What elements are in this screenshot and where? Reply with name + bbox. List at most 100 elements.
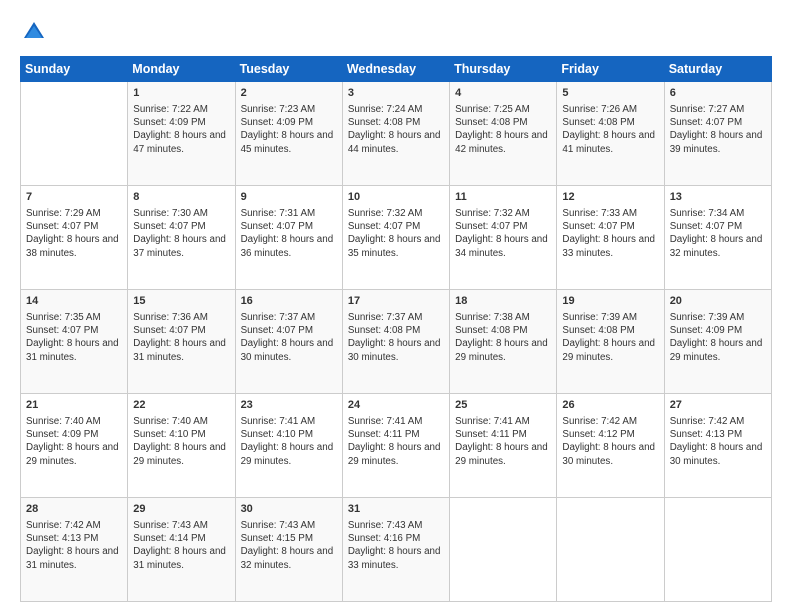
daylight-text: Daylight: 8 hours and 47 minutes.	[133, 130, 226, 154]
col-header-sunday: Sunday	[21, 57, 128, 82]
sunset-text: Sunset: 4:09 PM	[241, 117, 313, 128]
week-row-4: 28Sunrise: 7:42 AMSunset: 4:13 PMDayligh…	[21, 498, 772, 602]
sunrise-text: Sunrise: 7:25 AM	[455, 104, 530, 115]
calendar-cell: 8Sunrise: 7:30 AMSunset: 4:07 PMDaylight…	[128, 186, 235, 290]
sunset-text: Sunset: 4:07 PM	[241, 325, 313, 336]
day-number: 14	[26, 294, 122, 309]
week-row-1: 7 Sunrise: 7:29 AM Sunset: 4:07 PM Daylight…	[21, 186, 772, 290]
day-number: 3	[348, 86, 444, 101]
daylight-text: Daylight: 8 hours and 29 minutes.	[241, 442, 334, 466]
col-header-saturday: Saturday	[664, 57, 771, 82]
sunset-text: Sunset: 4:15 PM	[241, 533, 313, 544]
day-number: 7	[26, 190, 122, 205]
sunset-text: Sunset: 4:16 PM	[348, 533, 420, 544]
sunrise-text: Sunrise: 7:29 AM	[26, 208, 101, 219]
daylight-text: Daylight: 8 hours and 31 minutes.	[133, 546, 226, 570]
calendar-cell: 3Sunrise: 7:24 AMSunset: 4:08 PMDaylight…	[342, 82, 449, 186]
sunset-text: Sunset: 4:11 PM	[348, 429, 420, 440]
sunrise-text: Sunrise: 7:41 AM	[455, 416, 530, 427]
sunset-text: Sunset: 4:07 PM	[670, 221, 742, 232]
calendar-cell: 22Sunrise: 7:40 AMSunset: 4:10 PMDayligh…	[128, 394, 235, 498]
calendar-cell: 1Sunrise: 7:22 AMSunset: 4:09 PMDaylight…	[128, 82, 235, 186]
day-number: 28	[26, 502, 122, 517]
day-number: 25	[455, 398, 551, 413]
daylight-text: Daylight: 8 hours and 31 minutes.	[26, 338, 119, 362]
daylight-text: Daylight: 8 hours and 44 minutes.	[348, 130, 441, 154]
col-header-thursday: Thursday	[450, 57, 557, 82]
week-row-3: 21Sunrise: 7:40 AMSunset: 4:09 PMDayligh…	[21, 394, 772, 498]
sunrise-text: Sunrise: 7:32 AM	[348, 208, 423, 219]
calendar-cell: 27 Sunrise: 7:42 AM Sunset: 4:13 PM Dayligh…	[664, 394, 771, 498]
daylight-text: Daylight: 8 hours and 29 minutes.	[455, 442, 548, 466]
sunset-text: Sunset: 4:07 PM	[241, 221, 313, 232]
day-number: 20	[670, 294, 766, 309]
day-number: 2	[241, 86, 337, 101]
day-number: 1	[133, 86, 229, 101]
calendar-cell	[21, 82, 128, 186]
daylight-text: Daylight: 8 hours and 38 minutes.	[26, 234, 119, 258]
sunset-text: Sunset: 4:12 PM	[562, 429, 634, 440]
daylight-text: Daylight: 8 hours and 41 minutes.	[562, 130, 655, 154]
day-number: 18	[455, 294, 551, 309]
sunrise-text: Sunrise: 7:34 AM	[670, 208, 745, 219]
calendar-cell: 24Sunrise: 7:41 AMSunset: 4:11 PMDayligh…	[342, 394, 449, 498]
sunset-text: Sunset: 4:08 PM	[562, 325, 634, 336]
calendar-cell: 28Sunrise: 7:42 AMSunset: 4:13 PMDayligh…	[21, 498, 128, 602]
calendar-cell: 10Sunrise: 7:32 AMSunset: 4:07 PMDayligh…	[342, 186, 449, 290]
week-row-0: 1Sunrise: 7:22 AMSunset: 4:09 PMDaylight…	[21, 82, 772, 186]
calendar-cell: 13Sunrise: 7:34 AMSunset: 4:07 PMDayligh…	[664, 186, 771, 290]
sunrise-text: Sunrise: 7:39 AM	[562, 312, 637, 323]
sunrise-text: Sunrise: 7:36 AM	[133, 312, 208, 323]
calendar-cell: 16Sunrise: 7:37 AMSunset: 4:07 PMDayligh…	[235, 290, 342, 394]
calendar-cell	[450, 498, 557, 602]
day-number: 4	[455, 86, 551, 101]
sunrise-text: Sunrise: 7:37 AM	[241, 312, 316, 323]
page: SundayMondayTuesdayWednesdayThursdayFrid…	[0, 0, 792, 612]
day-number: 19	[562, 294, 658, 309]
daylight-text: Daylight: 8 hours and 30 minutes.	[562, 442, 655, 466]
sunrise-text: Sunrise: 7:42 AM	[670, 416, 745, 427]
sunset-text: Sunset: 4:08 PM	[455, 325, 527, 336]
calendar-cell: 18Sunrise: 7:38 AMSunset: 4:08 PMDayligh…	[450, 290, 557, 394]
sunrise-text: Sunrise: 7:35 AM	[26, 312, 101, 323]
sunset-text: Sunset: 4:08 PM	[455, 117, 527, 128]
sunrise-text: Sunrise: 7:33 AM	[562, 208, 637, 219]
sunset-text: Sunset: 4:08 PM	[348, 325, 420, 336]
day-number: 27	[670, 398, 766, 413]
calendar-cell: 12Sunrise: 7:33 AMSunset: 4:07 PMDayligh…	[557, 186, 664, 290]
sunset-text: Sunset: 4:07 PM	[26, 221, 98, 232]
sunset-text: Sunset: 4:10 PM	[241, 429, 313, 440]
daylight-text: Daylight: 8 hours and 34 minutes.	[455, 234, 548, 258]
sunrise-text: Sunrise: 7:31 AM	[241, 208, 316, 219]
sunset-text: Sunset: 4:13 PM	[670, 429, 742, 440]
sunset-text: Sunset: 4:07 PM	[455, 221, 527, 232]
sunset-text: Sunset: 4:08 PM	[562, 117, 634, 128]
sunset-text: Sunset: 4:07 PM	[26, 325, 98, 336]
daylight-text: Daylight: 8 hours and 29 minutes.	[133, 442, 226, 466]
sunrise-text: Sunrise: 7:43 AM	[133, 520, 208, 531]
sunrise-text: Sunrise: 7:37 AM	[348, 312, 423, 323]
header-row: SundayMondayTuesdayWednesdayThursdayFrid…	[21, 57, 772, 82]
day-number: 6	[670, 86, 766, 101]
sunset-text: Sunset: 4:07 PM	[562, 221, 634, 232]
daylight-text: Daylight: 8 hours and 45 minutes.	[241, 130, 334, 154]
sunrise-text: Sunrise: 7:39 AM	[670, 312, 745, 323]
sunrise-text: Sunrise: 7:41 AM	[348, 416, 423, 427]
day-number: 8	[133, 190, 229, 205]
sunset-text: Sunset: 4:09 PM	[26, 429, 98, 440]
calendar-cell: 26Sunrise: 7:42 AMSunset: 4:12 PMDayligh…	[557, 394, 664, 498]
day-number: 9	[241, 190, 337, 205]
col-header-wednesday: Wednesday	[342, 57, 449, 82]
sunset-text: Sunset: 4:09 PM	[670, 325, 742, 336]
sunset-text: Sunset: 4:10 PM	[133, 429, 205, 440]
daylight-text: Daylight: 8 hours and 30 minutes.	[670, 442, 763, 466]
calendar-cell: 31Sunrise: 7:43 AMSunset: 4:16 PMDayligh…	[342, 498, 449, 602]
sunset-text: Sunset: 4:07 PM	[133, 325, 205, 336]
sunrise-text: Sunrise: 7:40 AM	[133, 416, 208, 427]
sunrise-text: Sunrise: 7:42 AM	[26, 520, 101, 531]
sunrise-text: Sunrise: 7:23 AM	[241, 104, 316, 115]
calendar-cell: 19Sunrise: 7:39 AMSunset: 4:08 PMDayligh…	[557, 290, 664, 394]
col-header-tuesday: Tuesday	[235, 57, 342, 82]
calendar-cell: 9Sunrise: 7:31 AMSunset: 4:07 PMDaylight…	[235, 186, 342, 290]
daylight-text: Daylight: 8 hours and 35 minutes.	[348, 234, 441, 258]
